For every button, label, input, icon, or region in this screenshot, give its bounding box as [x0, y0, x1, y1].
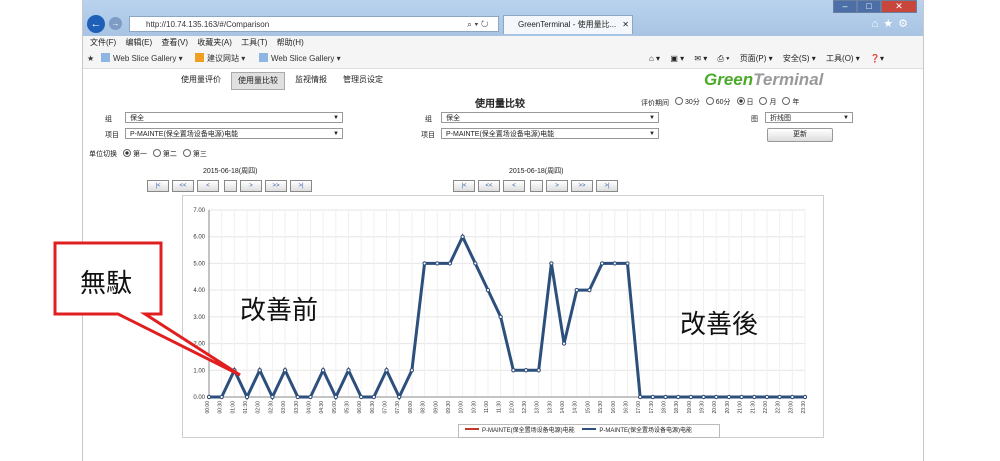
waste-callout-text: 無駄 [80, 269, 133, 299]
before-improvement-label: 改善前 [240, 296, 319, 326]
callout-shape [53, 241, 241, 377]
after-improvement-label: 改善後 [680, 310, 759, 340]
